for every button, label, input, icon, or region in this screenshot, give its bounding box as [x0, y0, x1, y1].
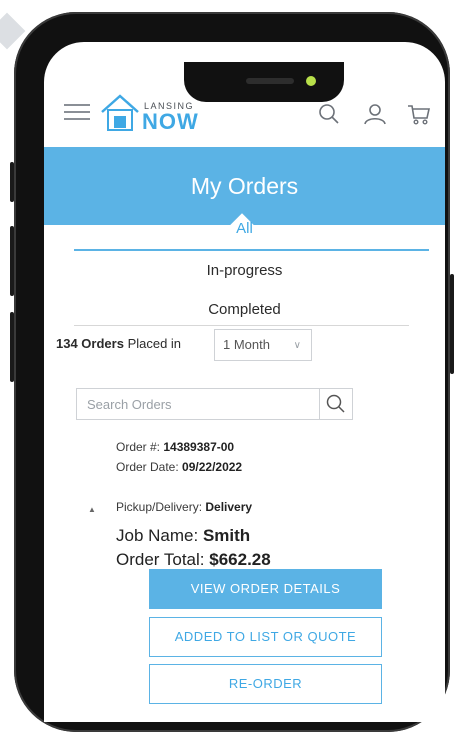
tab-in-progress[interactable]: In-progress	[44, 262, 445, 279]
order-total: Order Total: $662.28	[116, 550, 271, 570]
power-button	[450, 274, 454, 374]
order-total-value: $662.28	[209, 550, 271, 569]
added-to-list-button[interactable]: ADDED TO LIST OR QUOTE	[149, 617, 382, 657]
app-header: LANSING NOW	[44, 87, 445, 147]
phone-screen: LANSING NOW My Orders All In-progress Co…	[44, 42, 445, 722]
tab-completed[interactable]: Completed	[44, 301, 445, 318]
order-number: Order #: 14389387-00	[116, 440, 234, 454]
speaker	[246, 78, 294, 84]
volume-up-button	[10, 226, 14, 296]
order-number-label: Order #:	[116, 440, 161, 454]
cart-icon[interactable]	[406, 101, 432, 127]
chevron-down-icon: ∨	[293, 340, 301, 351]
search-orders-input[interactable]	[76, 388, 320, 420]
logo-text-big: NOW	[142, 109, 199, 134]
order-pickup-value: Delivery	[205, 500, 253, 514]
search-icon	[326, 394, 345, 413]
order-total-label: Order Total:	[116, 550, 205, 569]
order-date-value: 09/22/2022	[182, 460, 243, 474]
tab-active-underline	[74, 249, 429, 251]
order-pickup-label: Pickup/Delivery:	[116, 500, 203, 514]
job-name: Job Name: Smith	[116, 526, 250, 546]
tabs-divider	[74, 325, 409, 326]
order-date-label: Order Date:	[116, 460, 179, 474]
page-title: My Orders	[44, 147, 445, 225]
expand-caret-icon[interactable]: ▲	[88, 505, 96, 514]
user-icon[interactable]	[362, 101, 388, 127]
order-pickup: Pickup/Delivery: Delivery	[116, 500, 252, 514]
tab-all[interactable]: All	[44, 220, 445, 237]
placed-in-label: Placed in	[127, 336, 182, 351]
job-name-label: Job Name:	[116, 526, 199, 545]
phone-frame: LANSING NOW My Orders All In-progress Co…	[10, 12, 454, 732]
silent-switch	[10, 162, 14, 202]
logo-house-icon[interactable]	[99, 93, 141, 133]
search-icon[interactable]	[316, 101, 342, 127]
re-order-button[interactable]: RE-ORDER	[149, 664, 382, 704]
search-orders-button[interactable]	[319, 388, 353, 420]
camera	[306, 76, 316, 86]
menu-icon[interactable]	[64, 104, 90, 120]
job-name-value: Smith	[202, 526, 251, 545]
order-number-value: 14389387-00	[163, 440, 235, 454]
period-select[interactable]: 1 Month ∨	[214, 329, 312, 361]
view-order-details-button[interactable]: VIEW ORDER DETAILS	[149, 569, 382, 609]
orders-count: 134 Orders Placed in	[56, 336, 181, 351]
order-date: Order Date: 09/22/2022	[116, 460, 242, 474]
volume-down-button	[10, 312, 14, 382]
period-select-value: 1 Month	[223, 337, 270, 352]
orders-count-value: 134 Orders	[56, 336, 124, 351]
